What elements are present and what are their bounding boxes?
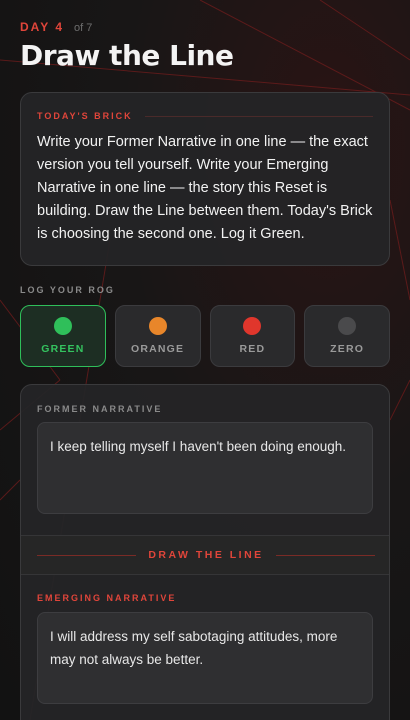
rog-option-zero[interactable]: ZERO (304, 305, 390, 367)
zero-dot-icon (338, 317, 357, 335)
green-dot-icon (53, 317, 72, 335)
todays-brick-card: TODAY'S BRICK Write your Former Narrativ… (20, 92, 390, 266)
rog-selector: GREEN ORANGE RED ZERO (20, 305, 390, 367)
rog-option-label: ORANGE (130, 343, 185, 355)
brick-header: TODAY'S BRICK (37, 111, 373, 121)
log-rog-label: LOG YOUR ROG (20, 285, 115, 295)
former-narrative-field[interactable]: I keep telling myself I haven't been doi… (37, 422, 373, 514)
emerging-narrative-field[interactable]: I will address my self sabotaging attitu… (37, 612, 373, 704)
former-narrative-label: FORMER NARRATIVE (37, 404, 163, 414)
orange-dot-icon (148, 317, 167, 335)
brick-text: Write your Former Narrative in one line … (37, 134, 373, 242)
draw-the-line-label: DRAW THE LINE (148, 549, 264, 561)
narrative-card: FORMER NARRATIVE I keep telling myself I… (20, 384, 390, 720)
draw-the-line-divider: DRAW THE LINE (21, 535, 389, 575)
rog-option-label: RED (239, 343, 266, 355)
divider-rule-left (37, 554, 137, 556)
day-total: of 7 (74, 22, 93, 34)
brick-label: TODAY'S BRICK (37, 111, 133, 121)
emerging-narrative-label: EMERGING NARRATIVE (37, 593, 177, 603)
day-label: DAY 4 (20, 20, 65, 34)
divider-rule-right (275, 554, 375, 556)
brick-divider (144, 115, 373, 117)
screen: DAY 4 of 7 Draw the Line TODAY'S BRICK W… (0, 0, 410, 720)
rog-option-label: GREEN (41, 343, 85, 355)
rog-option-orange[interactable]: ORANGE (114, 305, 201, 367)
rog-option-red[interactable]: RED (209, 305, 296, 367)
rog-option-label: ZERO (330, 343, 365, 355)
red-dot-icon (243, 317, 262, 335)
day-indicator: DAY 4 of 7 (20, 20, 92, 34)
page-title: Draw the Line (20, 39, 234, 72)
rog-option-green[interactable]: GREEN (20, 305, 106, 367)
